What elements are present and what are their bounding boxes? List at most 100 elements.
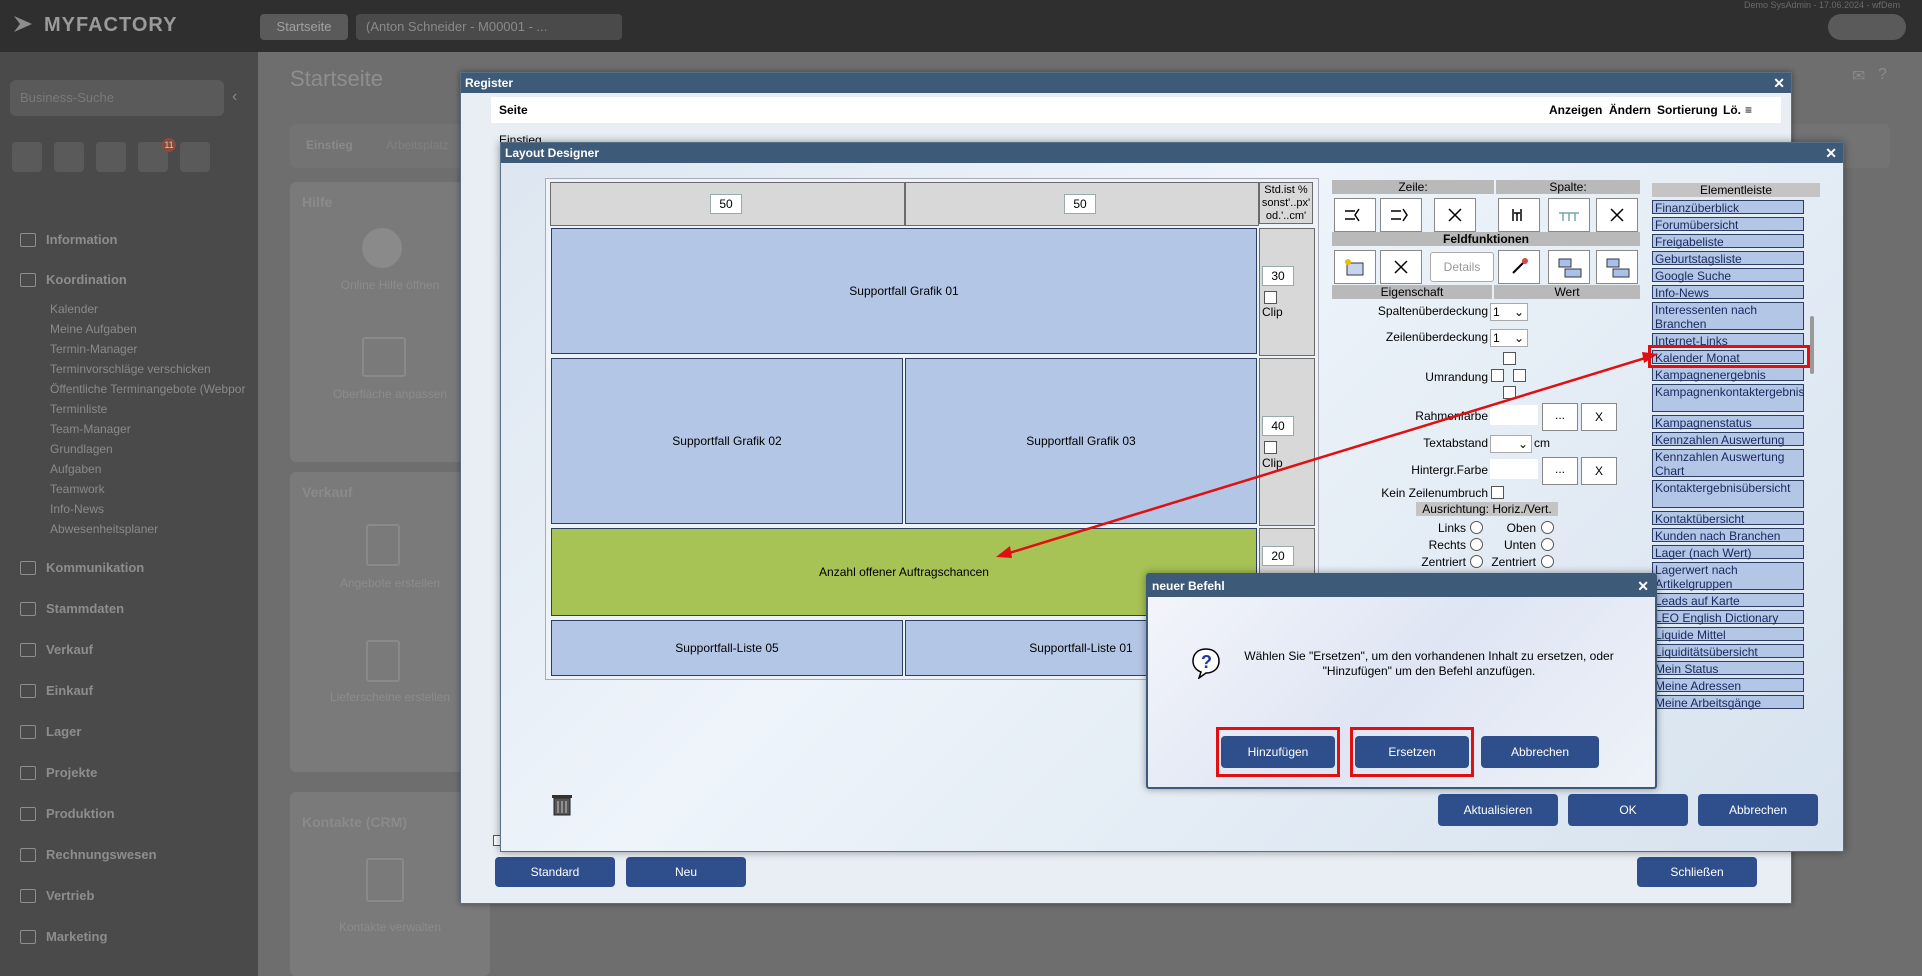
topbar-actions[interactable] [1828,14,1906,40]
sidebar-sub-item[interactable]: Team-Manager [50,422,131,436]
insert-row-after-button[interactable] [1380,198,1422,232]
element-list-item[interactable]: Finanzüberblick [1652,200,1804,215]
sidebar-section[interactable]: Produktion [46,806,115,821]
tile-label[interactable]: Online Hilfe öffnen [300,278,480,292]
element-list-item[interactable]: Kontaktergebnisübersicht [1652,480,1804,508]
sidebar-section[interactable]: Vertrieb [46,888,94,903]
sidebar-sub-item[interactable]: Öffentliche Terminangebote (Webpor [50,382,245,396]
help-header-icon[interactable]: ? [1878,66,1887,84]
element-list-item[interactable]: Kennzahlen Auswertung Chart [1652,449,1804,478]
tile-label[interactable]: Kontakte verwalten [300,920,480,934]
element-list-item[interactable]: Lager (nach Wert) [1652,545,1804,560]
sidebar-section[interactable]: Verkauf [46,642,93,657]
element-list-item[interactable]: Info-News [1652,285,1804,300]
ok-button[interactable]: OK [1568,794,1688,826]
clip-checkbox-1[interactable] [1264,291,1277,304]
element-list-item[interactable]: Freigabeliste [1652,234,1804,249]
business-search-input[interactable]: Business-Suche [10,80,224,116]
element-list-item[interactable]: Kampagnenstatus [1652,415,1804,430]
hinzufuegen-button[interactable]: Hinzufügen [1221,736,1335,768]
sidebar-section[interactable]: Stammdaten [46,601,124,616]
mail-icon[interactable] [54,142,84,172]
cell-grafik01[interactable]: Supportfall Grafik 01 [551,228,1257,354]
insert-column-button[interactable] [1498,198,1540,232]
sidebar-section[interactable]: Information [46,232,118,247]
close-icon[interactable]: ✕ [1637,575,1649,597]
cell-grafik02[interactable]: Supportfall Grafik 02 [551,358,903,524]
element-list-item[interactable]: Kampagnenergebnis [1652,367,1804,382]
tile-label[interactable]: Oberfläche anpassen [300,387,480,401]
element-list-item[interactable]: Meine Arbeitsgänge [1652,695,1804,710]
format-field-button[interactable] [1498,250,1540,284]
delete-row-button[interactable] [1434,198,1476,232]
cell-liste05[interactable]: Supportfall-Liste 05 [551,620,903,676]
settings-circle-icon[interactable] [180,142,210,172]
element-list-item[interactable]: Mein Status [1652,661,1804,676]
spaltenueberdeckung-select[interactable]: 1 ⌄ [1490,303,1528,321]
sidebar-section[interactable]: Einkauf [46,683,93,698]
tab-arbeitsplatz[interactable]: Arbeitsplatz [386,138,449,152]
element-list-item[interactable]: Meine Adressen [1652,678,1804,693]
insert-row-before-button[interactable] [1334,198,1376,232]
sidebar-section[interactable]: Rechnungswesen [46,847,157,862]
element-list-item[interactable]: Kampagnenkontaktergebnis [1652,384,1804,412]
sidebar-folder-item[interactable]: Teamwork [50,482,105,496]
split-column-button[interactable] [1548,198,1590,232]
move-field-up-button[interactable] [1548,250,1590,284]
delete-column-button[interactable] [1596,198,1638,232]
collapse-sidebar-icon[interactable]: ‹ [232,88,237,106]
star-icon[interactable] [12,142,42,172]
sidebar-section[interactable]: Koordination [46,272,127,287]
sidebar-sub-item[interactable]: Terminliste [50,402,107,416]
sidebar-folder-item[interactable]: Grundlagen [50,442,113,456]
sidebar-sub-item[interactable]: Termin-Manager [50,342,137,356]
move-field-down-button[interactable] [1596,250,1638,284]
column-width-input-1[interactable]: 50 [710,194,742,214]
sidebar-section[interactable]: Lager [46,724,81,739]
tab-einstieg[interactable]: Einstieg [306,138,353,152]
sidebar-folder-item[interactable]: Info-News [50,502,104,516]
mail-header-icon[interactable]: ✉ [1852,66,1865,86]
calendar-icon[interactable] [96,142,126,172]
tab-startseite[interactable]: Startseite [260,14,348,40]
aktualisieren-button[interactable]: Aktualisieren [1438,794,1558,826]
new-field-button[interactable] [1334,250,1376,284]
menu-icon[interactable]: ≡ [1745,103,1752,117]
element-list-item[interactable]: LEO English Dictionary [1652,610,1804,625]
element-list-item[interactable]: Kontaktübersicht [1652,511,1804,526]
row-height-input-1[interactable]: 30 [1262,266,1294,286]
schliessen-button[interactable]: Schließen [1637,857,1757,887]
close-icon[interactable]: ✕ [1773,73,1785,93]
element-list-item[interactable]: Liquide Mittel [1652,627,1804,642]
trash-icon[interactable] [550,792,574,816]
sidebar-folder-item[interactable]: Aufgaben [50,462,101,476]
tab-record[interactable]: (Anton Schneider - M00001 - ... [356,14,622,40]
element-list-item[interactable]: Kennzahlen Auswertung [1652,432,1804,447]
element-list-item[interactable]: Google Suche [1652,268,1804,283]
sidebar-sub-item[interactable]: Meine Aufgaben [50,322,137,336]
element-list-item[interactable]: Leads auf Karte [1652,593,1804,608]
element-list-item[interactable]: Kunden nach Branchen [1652,528,1804,543]
tile-label[interactable]: Lieferscheine erstellen [300,690,480,704]
element-list-item[interactable]: Lagerwert nach Artikelgruppen [1652,562,1804,591]
abbrechen-button[interactable]: Abbrechen [1698,794,1818,826]
sidebar-section[interactable]: Projekte [46,765,97,780]
element-list-scrollbar[interactable] [1810,316,1814,374]
zeilenueberdeckung-select[interactable]: 1 ⌄ [1490,329,1528,347]
ersetzen-button[interactable]: Ersetzen [1355,736,1469,768]
befehl-abbrechen-button[interactable]: Abbrechen [1481,736,1599,768]
sidebar-sub-item[interactable]: Kalender [50,302,98,316]
details-button[interactable]: Details [1430,252,1494,282]
element-list-item[interactable]: Interessenten nach Branchen [1652,302,1804,331]
sidebar-section[interactable]: Kommunikation [46,560,144,575]
delete-field-button[interactable] [1380,250,1422,284]
element-list-item[interactable]: Liquiditätsübersicht [1652,644,1804,659]
sidebar-sub-item[interactable]: Terminvorschläge verschicken [50,362,211,376]
sidebar-section[interactable]: Marketing [46,929,107,944]
sidebar-folder-item[interactable]: Abwesenheitsplaner [50,522,158,536]
neu-button[interactable]: Neu [626,857,746,887]
element-list-item[interactable]: Geburtstagsliste [1652,251,1804,266]
column-width-input-2[interactable]: 50 [1064,194,1096,214]
tile-label[interactable]: Angebote erstellen [300,576,480,590]
element-list-item[interactable]: Forumübersicht [1652,217,1804,232]
